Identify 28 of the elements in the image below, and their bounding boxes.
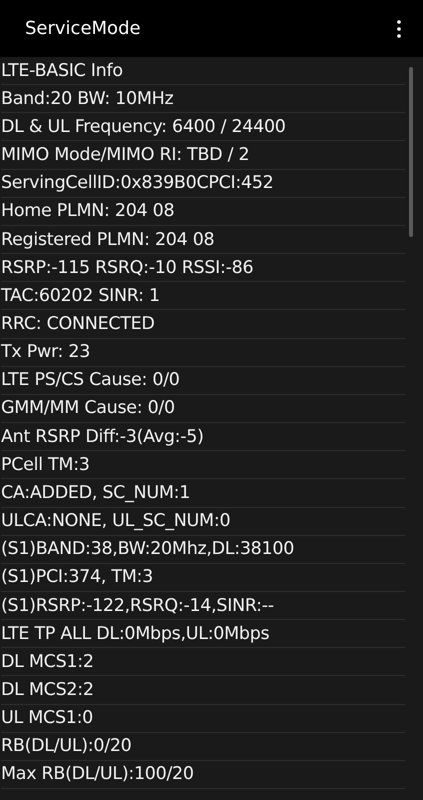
info-line: DL & UL Frequency: 6400 / 24400	[1, 116, 286, 137]
app-title: ServiceMode	[25, 18, 141, 39]
more-menu-icon[interactable]	[397, 20, 401, 38]
info-line: ServingCellID:0x839B0CPCI:452	[1, 173, 274, 194]
info-line: LTE TP ALL DL:0Mbps,UL:0Mbps	[1, 624, 270, 644]
info-line: Home PLMN: 204 08	[1, 201, 174, 222]
info-line: RSRP:-115 RSRQ:-10 RSSI:-86	[1, 258, 254, 278]
info-line: UL MCS1:0	[1, 708, 94, 728]
info-line: (S1)RSRP:-122,RSRQ:-14,SINR:--	[1, 596, 274, 616]
info-line: (S1)BAND:38,BW:20Mhz,DL:38100	[1, 539, 294, 560]
info-line: RB(DL/UL):0/20	[1, 736, 132, 756]
info-line: LTE-BASIC Info	[1, 60, 123, 81]
info-line: Tx Pwr: 23	[1, 342, 90, 362]
info-line: DL MCS2:2	[1, 680, 94, 700]
info-line: MIMO Mode/MIMO RI: TBD / 2	[1, 145, 250, 166]
info-line: RRC: CONNECTED	[1, 314, 155, 334]
info-line: DL MCS1:2	[1, 652, 94, 672]
info-line: Max RB(DL/UL):100/20	[1, 764, 194, 784]
info-line: TAC:60202 SINR: 1	[1, 286, 160, 306]
info-line: Ant RSRP Diff:-3(Avg:-5)	[1, 426, 204, 447]
info-line: Registered PLMN: 204 08	[1, 230, 214, 250]
info-line: CA:ADDED, SC_NUM:1	[1, 482, 190, 503]
info-line: LTE PS/CS Cause: 0/0	[1, 370, 180, 390]
info-line: ULCA:NONE, UL_SC_NUM:0	[1, 511, 230, 532]
info-line: (S1)PCI:374, TM:3	[1, 567, 153, 588]
info-line: Band:20 BW: 10MHz	[1, 88, 174, 109]
info-line: PCell TM:3	[1, 454, 90, 475]
info-line: GMM/MM Cause: 0/0	[1, 398, 175, 418]
